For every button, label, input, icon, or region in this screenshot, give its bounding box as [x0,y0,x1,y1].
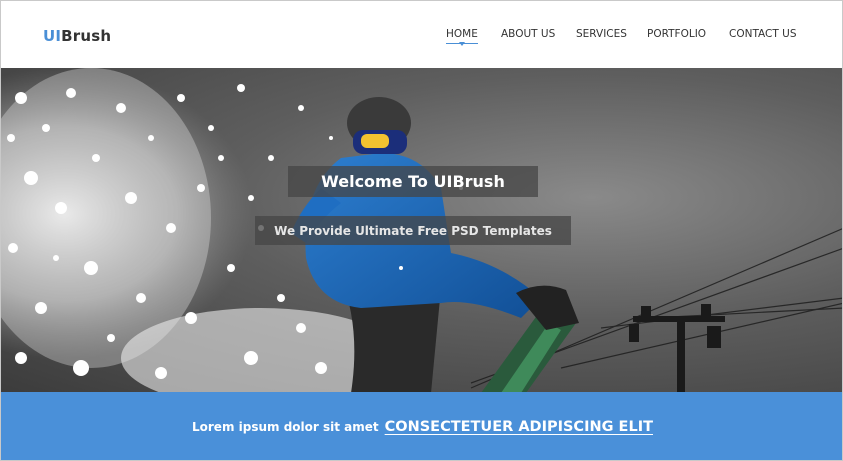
main-nav: HOME ABOUT US SERVICES PORTFOLIO CONTACT… [1,28,842,48]
nav-contact-us[interactable]: CONTACT US [729,28,796,40]
call-to-action-banner: Lorem ipsum dolor sit amet CONSECTETUER … [1,392,842,460]
hero-title-box: Welcome To UIBrush [288,166,538,197]
nav-home[interactable]: HOME [446,28,478,46]
site-header: UIBrush HOME ABOUT US SERVICES PORTFOLIO… [1,1,842,68]
hero-subtitle: We Provide Ultimate Free PSD Templates [274,223,552,238]
banner-text: Lorem ipsum dolor sit amet [192,420,379,434]
hero-section: Welcome To UIBrush We Provide Ultimate F… [1,68,842,392]
nav-contact-us-label: CONTACT US [729,28,797,40]
nav-services[interactable]: SERVICES [576,28,627,40]
page: UIBrush HOME ABOUT US SERVICES PORTFOLIO… [0,0,843,461]
banner-link[interactable]: CONSECTETUER ADIPISCING ELIT [385,419,653,435]
nav-portfolio[interactable]: PORTFOLIO [647,28,706,40]
nav-home-label: HOME [446,28,478,40]
hero-subtitle-box: We Provide Ultimate Free PSD Templates [255,216,571,245]
nav-about-us-label: ABOUT US [501,28,556,40]
nav-services-label: SERVICES [576,28,627,40]
nav-portfolio-label: PORTFOLIO [647,28,707,40]
active-caret-icon [458,42,465,46]
hero-title: Welcome To UIBrush [321,172,505,191]
nav-about-us[interactable]: ABOUT US [501,28,555,40]
